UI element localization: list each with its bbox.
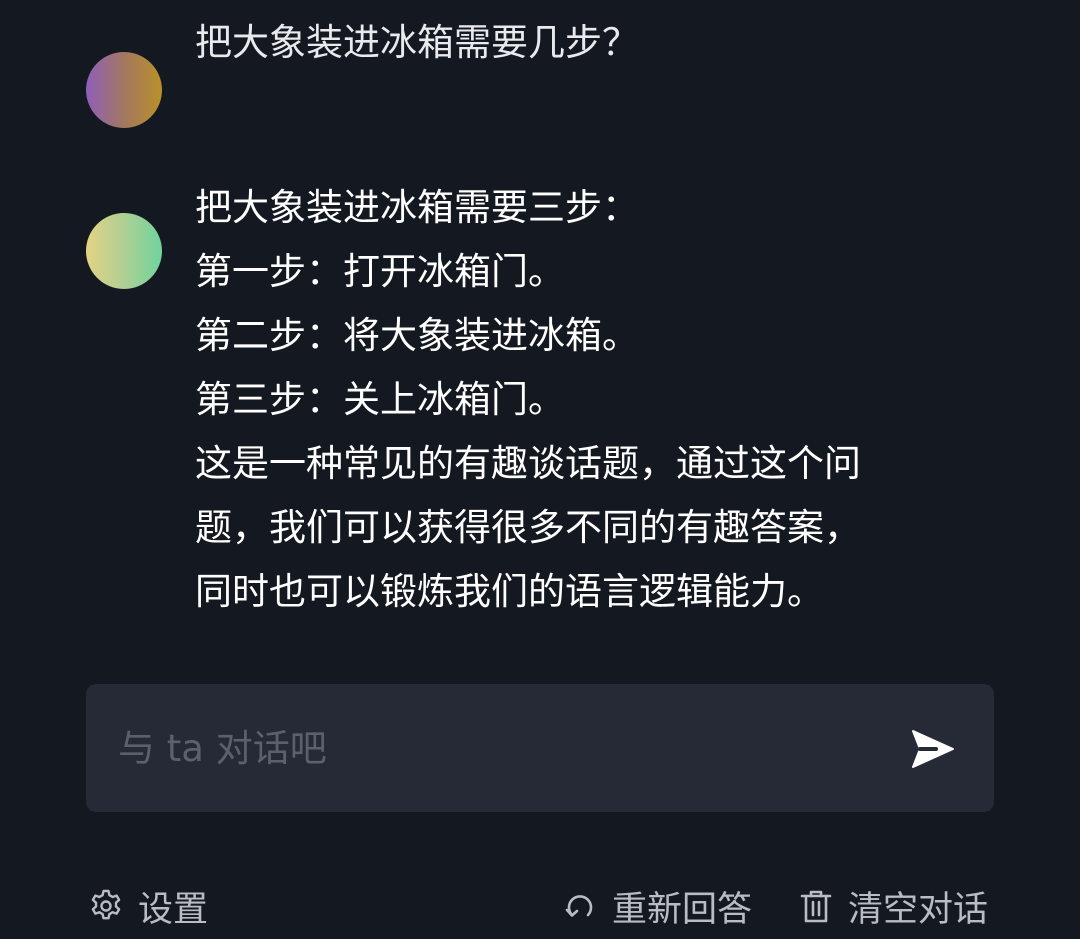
settings-button[interactable]: 设置 (86, 878, 208, 934)
user-avatar (86, 52, 162, 128)
send-button[interactable] (906, 722, 960, 776)
message-input[interactable] (118, 718, 878, 778)
user-message-text: 把大象装进冰箱需要几步？ (195, 21, 639, 64)
bot-message-line: 第一步：打开冰箱门。 (195, 250, 565, 293)
gear-icon (86, 886, 126, 926)
trash-icon (796, 886, 836, 926)
bot-message-line: 同时也可以锻炼我们的语言逻辑能力。 (195, 570, 824, 613)
regenerate-label: 重新回答 (612, 889, 753, 930)
bot-avatar (86, 213, 162, 289)
clear-conversation-button[interactable]: 清空对话 (796, 878, 988, 934)
refresh-icon (560, 886, 600, 926)
bot-message-line: 第三步：关上冰箱门。 (195, 378, 565, 421)
bot-message-line: 第二步：将大象装进冰箱。 (195, 314, 639, 357)
clear-conversation-label: 清空对话 (848, 889, 989, 930)
bot-message-line: 这是一种常见的有趣谈话题，通过这个问 (195, 442, 861, 485)
message-composer (86, 684, 994, 812)
bot-message-line: 题，我们可以获得很多不同的有趣答案， (195, 506, 861, 549)
regenerate-button[interactable]: 重新回答 (560, 878, 752, 934)
chat-page: 把大象装进冰箱需要几步？ 把大象装进冰箱需要三步： 第一步：打开冰箱门。 第二步… (0, 0, 1080, 939)
bot-message-text: 把大象装进冰箱需要三步： 第一步：打开冰箱门。 第二步：将大象装进冰箱。 第三步… (195, 176, 995, 624)
bot-message-line: 把大象装进冰箱需要三步： (195, 186, 639, 229)
settings-label: 设置 (138, 889, 209, 930)
send-icon (912, 730, 954, 768)
